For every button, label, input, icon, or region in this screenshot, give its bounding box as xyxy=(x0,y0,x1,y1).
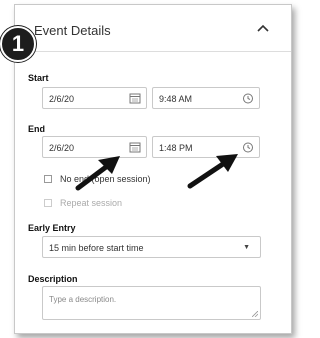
clock-icon[interactable] xyxy=(242,92,254,104)
header-divider xyxy=(15,51,291,52)
event-details-panel: Event Details xyxy=(14,4,292,334)
description-textarea[interactable]: Type a description. xyxy=(42,286,261,320)
no-end-checkbox[interactable] xyxy=(44,175,52,183)
end-date-value: 2/6/20 xyxy=(49,143,75,153)
dropdown-caret-icon: ▼ xyxy=(243,244,250,251)
collapse-chevron-icon[interactable] xyxy=(256,19,270,35)
early-entry-label: Early Entry xyxy=(28,223,76,233)
panel-title: Event Details xyxy=(34,23,111,38)
repeat-session-checkbox xyxy=(44,199,52,207)
description-label: Description xyxy=(28,274,78,284)
annotation-arrow-icon xyxy=(75,156,120,191)
step-number-badge: 1 xyxy=(0,26,36,62)
repeat-session-label: Repeat session xyxy=(60,198,123,208)
description-placeholder: Type a description. xyxy=(49,295,117,304)
start-time-value: 9:48 AM xyxy=(159,94,193,104)
start-date-value: 2/6/20 xyxy=(49,94,75,104)
annotation-arrow-icon xyxy=(187,154,238,189)
end-label: End xyxy=(28,124,45,134)
chevron-up-icon xyxy=(257,24,269,32)
calendar-icon[interactable] xyxy=(129,92,141,104)
early-entry-value: 15 min before start time xyxy=(49,243,144,253)
start-label: Start xyxy=(28,73,49,83)
early-entry-select[interactable]: 15 min before start time ▼ xyxy=(42,236,261,258)
start-date-field[interactable]: 2/6/20 xyxy=(42,87,147,109)
resize-handle-icon[interactable] xyxy=(252,311,258,317)
start-time-field[interactable]: 9:48 AM xyxy=(152,87,260,109)
calendar-icon[interactable] xyxy=(129,141,141,153)
